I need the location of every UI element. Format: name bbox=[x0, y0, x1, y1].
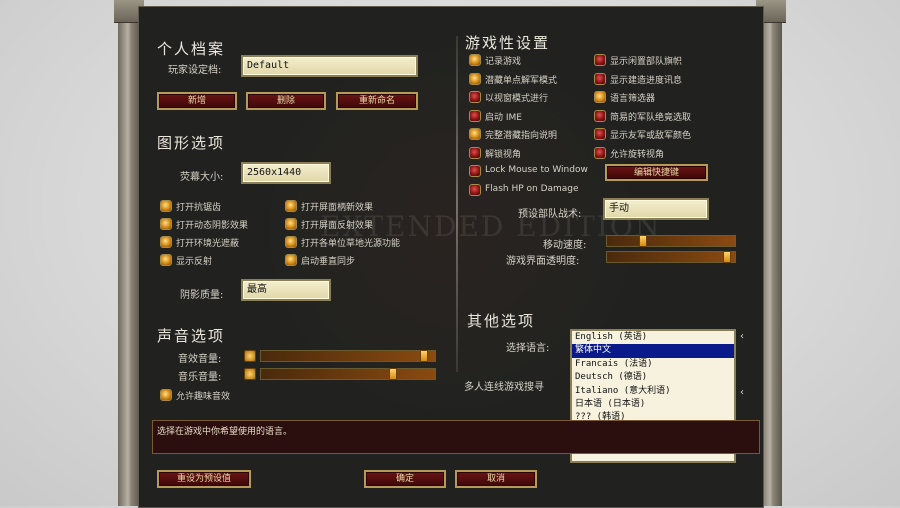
dynamic-shadow-checkbox[interactable] bbox=[160, 218, 172, 230]
unit-lighting-checkbox[interactable] bbox=[285, 236, 297, 248]
reset-defaults-button[interactable]: 重设为预设值 bbox=[157, 470, 251, 488]
gameplay-right-label-3: 简易的军队绝竟选取 bbox=[610, 112, 692, 123]
gameplay-left-label-2: 以视窗模式进行 bbox=[485, 94, 549, 104]
gameplay-right-checkbox-0[interactable] bbox=[594, 54, 606, 66]
music-volume-thumb[interactable] bbox=[389, 368, 397, 380]
new-profile-button[interactable]: 新增 bbox=[157, 92, 237, 110]
gameplay-left-label-3: 启动 IME bbox=[485, 112, 522, 123]
scroll-speed-slider[interactable] bbox=[606, 235, 736, 247]
show-reflection-checkbox[interactable] bbox=[160, 254, 172, 266]
language-label: 选择语言: bbox=[506, 343, 550, 354]
sfx-volume-knob[interactable] bbox=[244, 350, 256, 362]
gameplay-left-label-7: Flash HP on Damage bbox=[485, 183, 579, 194]
gameplay-right-checkbox-4[interactable] bbox=[594, 128, 606, 140]
gameplay-left-checkbox-4[interactable] bbox=[469, 128, 481, 140]
ui-opacity-slider[interactable] bbox=[606, 251, 736, 263]
rename-profile-button[interactable]: 重新命名 bbox=[336, 92, 418, 110]
gameplay-left-checkbox-1[interactable] bbox=[469, 72, 481, 85]
gameplay-right-label-5: 允许旋转视角 bbox=[610, 149, 665, 160]
profile-label: 玩家设定档: bbox=[168, 65, 222, 76]
vsync-label: 启动垂直同步 bbox=[301, 257, 356, 267]
gameplay-left-label-0: 记录游戏 bbox=[485, 57, 522, 67]
gameplay-left-label-1: 潜藏单点解军模式 bbox=[485, 75, 558, 86]
other-title: 其他选项 bbox=[467, 312, 536, 330]
gameplay-left-checkbox-3[interactable] bbox=[469, 109, 481, 122]
ok-button[interactable]: 确定 bbox=[364, 470, 446, 488]
ambient-occlusion-checkbox[interactable] bbox=[160, 236, 172, 248]
scroll-middle-icon[interactable]: ‹ bbox=[737, 386, 747, 400]
screen-reflection-label: 打开屏面反射效果 bbox=[301, 221, 374, 231]
sfx-volume-thumb[interactable] bbox=[420, 350, 428, 362]
sfx-volume-slider[interactable] bbox=[260, 350, 436, 362]
sound-title: 声音选项 bbox=[157, 327, 226, 345]
ui-opacity-label: 游戏界面透明度: bbox=[506, 256, 580, 267]
gameplay-left-checkbox-5[interactable] bbox=[469, 146, 481, 159]
ui-opacity-thumb[interactable] bbox=[723, 251, 731, 263]
gameplay-left-checkbox-0[interactable] bbox=[469, 54, 481, 66]
language-option[interactable]: 繁体中文 bbox=[572, 344, 734, 358]
gameplay-left-label-4: 完整潜藏指向说明 bbox=[485, 131, 558, 141]
ambient-sound-checkbox[interactable] bbox=[160, 389, 172, 401]
gameplay-left-label-5: 解锁视角 bbox=[485, 149, 522, 160]
scroll-up-icon[interactable]: ‹ bbox=[737, 330, 747, 344]
gameplay-left-checkbox-6[interactable] bbox=[469, 165, 481, 177]
gameplay-right-checkbox-1[interactable] bbox=[594, 72, 606, 85]
screen-refresh-label: 打开屏面柄新效果 bbox=[301, 203, 374, 213]
stance-field[interactable]: 手动 bbox=[603, 198, 709, 220]
language-option[interactable]: 日本语 (日本语) bbox=[572, 398, 734, 411]
dynamic-shadow-label: 打开动态阴影效果 bbox=[176, 221, 249, 231]
screen-refresh-checkbox[interactable] bbox=[285, 200, 297, 212]
gameplay-right-label-4: 显示友军或敌军颜色 bbox=[610, 131, 692, 141]
gameplay-left-label-6: Lock Mouse to Window bbox=[485, 165, 588, 175]
shadow-quality-field[interactable]: 最高 bbox=[241, 279, 331, 301]
tooltip-box: 选择在游戏中你希望使用的语言。 bbox=[152, 420, 760, 454]
vsync-checkbox[interactable] bbox=[285, 254, 297, 266]
gameplay-right-checkbox-3[interactable] bbox=[594, 109, 606, 122]
sfx-volume-label: 音效音量: bbox=[178, 354, 222, 365]
scroll-speed-thumb[interactable] bbox=[639, 235, 647, 247]
screen-reflection-checkbox[interactable] bbox=[285, 218, 297, 230]
section-divider bbox=[456, 36, 458, 372]
edit-hotkeys-button[interactable]: 编辑快捷键 bbox=[605, 164, 708, 181]
gameplay-right-label-1: 显示建造进度讯息 bbox=[610, 75, 683, 86]
gameplay-right-label-2: 语言筛选器 bbox=[610, 94, 656, 104]
resolution-label: 荧幕大小: bbox=[180, 172, 224, 183]
gameplay-right-checkbox-2[interactable] bbox=[594, 91, 606, 103]
resolution-field[interactable]: 2560x1440 bbox=[241, 162, 331, 184]
language-option[interactable]: English (英语) bbox=[572, 331, 734, 344]
language-option[interactable]: Italiano (意大利语) bbox=[572, 385, 734, 398]
gameplay-left-checkbox-7[interactable] bbox=[469, 183, 481, 196]
gameplay-title: 游戏性设置 bbox=[465, 34, 551, 52]
music-volume-label: 音乐音量: bbox=[178, 372, 222, 383]
multiplayer-search-label: 多人连线游戏搜寻 bbox=[464, 382, 544, 393]
gameplay-right-label-0: 显示闲置部队旗帜 bbox=[610, 57, 683, 67]
stance-label: 预设部队战术: bbox=[518, 209, 582, 220]
delete-profile-button[interactable]: 删除 bbox=[246, 92, 326, 110]
personal-title: 个人档案 bbox=[157, 40, 226, 58]
profile-field[interactable]: Default bbox=[241, 55, 418, 77]
ambient-occlusion-label: 打开环境光遮蔽 bbox=[176, 239, 240, 249]
gameplay-left-checkbox-2[interactable] bbox=[469, 91, 481, 103]
music-volume-knob[interactable] bbox=[244, 368, 256, 380]
music-volume-slider[interactable] bbox=[260, 368, 436, 380]
scroll-speed-label: 移动速度: bbox=[543, 240, 587, 251]
shadow-quality-label: 阴影质量: bbox=[180, 290, 224, 301]
language-option[interactable]: Francais (法语) bbox=[572, 358, 734, 371]
antialias-checkbox[interactable] bbox=[160, 200, 172, 212]
cancel-button[interactable]: 取消 bbox=[455, 470, 537, 488]
ambient-sound-label: 允许趣味音效 bbox=[176, 392, 231, 402]
graphics-title: 图形选项 bbox=[157, 134, 226, 152]
gameplay-right-checkbox-5[interactable] bbox=[594, 146, 606, 159]
antialias-label: 打开抗锯齿 bbox=[176, 203, 222, 213]
show-reflection-label: 显示反射 bbox=[176, 257, 213, 267]
language-option[interactable]: Deutsch (德语) bbox=[572, 371, 734, 384]
unit-lighting-label: 打开各单位草地光源功能 bbox=[301, 239, 401, 249]
left-pillar bbox=[114, 0, 144, 506]
